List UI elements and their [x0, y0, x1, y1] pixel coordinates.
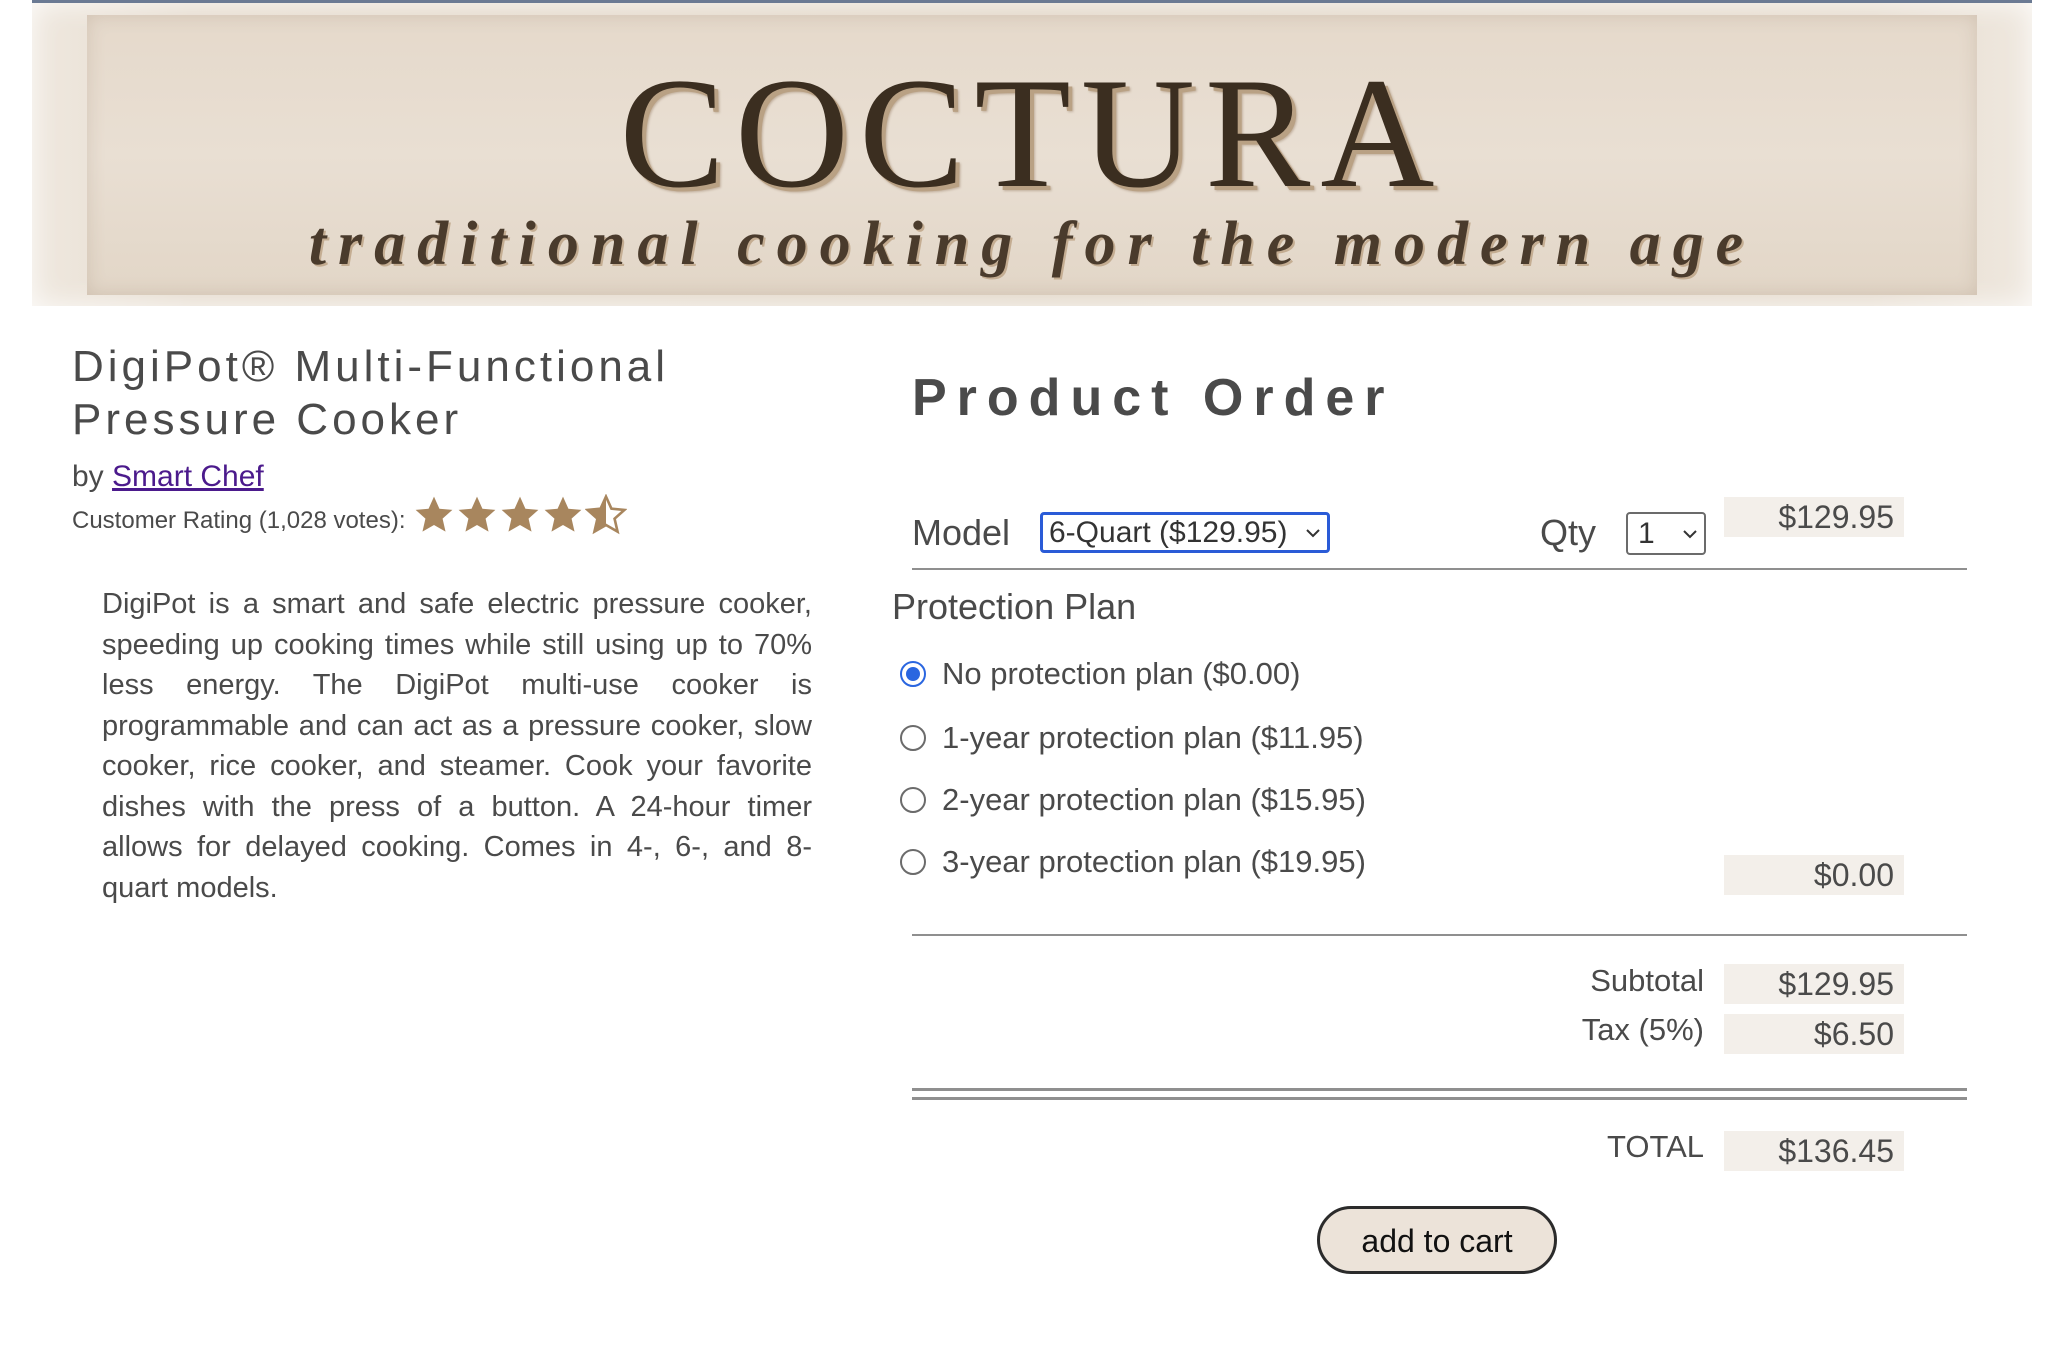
qty-selected-value: 1	[1638, 517, 1655, 550]
model-label: Model	[912, 512, 1011, 553]
radio-button[interactable]	[900, 725, 926, 751]
brand-link[interactable]: Smart Chef	[112, 460, 264, 493]
qty-label: Qty	[1540, 512, 1597, 553]
chevron-down-icon	[1683, 530, 1697, 539]
subtotal-label: Subtotal	[1590, 963, 1704, 998]
subtotal-amount: $129.95	[1724, 964, 1904, 1004]
divider	[912, 934, 1967, 936]
protection-plan-option-none[interactable]: No protection plan ($0.00)	[900, 656, 1300, 692]
plan-label: 2-year protection plan ($15.95)	[942, 782, 1366, 817]
double-divider-top	[912, 1088, 1967, 1091]
star-full-icon	[502, 496, 539, 532]
qty-select[interactable]: 1	[1626, 512, 1706, 555]
total-label: TOTAL	[1606, 1129, 1704, 1164]
protection-plan-heading: Protection Plan	[892, 586, 1137, 627]
product-title: DigiPot® Multi-Functional Pressure Cooke…	[72, 342, 670, 444]
star-full-icon	[416, 496, 453, 532]
plan-label: 1-year protection plan ($11.95)	[942, 720, 1364, 755]
protection-plan-option-1-year[interactable]: 1-year protection plan ($11.95)	[900, 720, 1364, 756]
plan-label: No protection plan ($0.00)	[942, 656, 1301, 691]
total-amount: $136.45	[1724, 1131, 1904, 1171]
customer-rating: Customer Rating (1,028 votes):	[72, 494, 832, 542]
order-title: Product Order	[912, 369, 1395, 427]
divider	[912, 568, 1967, 570]
protection-plan-amount: $0.00	[1724, 855, 1904, 895]
star-full-icon	[459, 496, 496, 532]
double-divider-bottom	[912, 1097, 1967, 1100]
tax-amount: $6.50	[1724, 1014, 1904, 1054]
star-rating	[413, 494, 628, 536]
add-to-cart-button[interactable]: add to cart	[1317, 1206, 1557, 1274]
radio-button[interactable]	[900, 661, 926, 687]
protection-plan-option-2-year[interactable]: 2-year protection plan ($15.95)	[900, 782, 1366, 818]
byline-prefix: by	[72, 460, 104, 493]
chevron-down-icon	[1306, 529, 1320, 538]
model-price-amount: $129.95	[1724, 497, 1904, 537]
radio-button[interactable]	[900, 849, 926, 875]
protection-plan-option-3-year[interactable]: 3-year protection plan ($19.95)	[900, 844, 1366, 880]
product-order-panel: Product Order Model 6-Quart ($129.95) Qt…	[892, 0, 1972, 1350]
plan-label: 3-year protection plan ($19.95)	[942, 844, 1366, 879]
rating-label: Customer Rating (1,028 votes):	[72, 507, 406, 534]
product-info-panel: DigiPot® Multi-Functional Pressure Cooke…	[72, 340, 832, 908]
tax-label: Tax (5%)	[1581, 1012, 1704, 1047]
product-description: DigiPot is a smart and safe electric pre…	[102, 588, 812, 904]
star-half-icon	[585, 494, 628, 535]
star-full-icon	[545, 496, 582, 532]
product-byline: by Smart Chef	[72, 460, 832, 494]
model-selected-value: 6-Quart ($129.95)	[1049, 516, 1288, 549]
model-select[interactable]: 6-Quart ($129.95)	[1040, 512, 1330, 553]
radio-button[interactable]	[900, 787, 926, 813]
